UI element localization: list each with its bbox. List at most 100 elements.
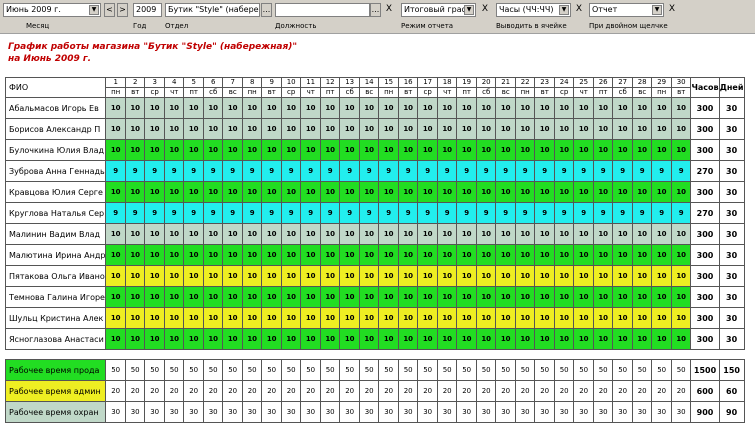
schedule-cell[interactable]: 10	[163, 265, 185, 287]
schedule-cell[interactable]: 10	[241, 265, 263, 287]
position-input[interactable]	[275, 3, 370, 17]
employee-row-name[interactable]: Круглова Наталья Сер	[4, 202, 107, 224]
schedule-cell[interactable]: 10	[105, 223, 126, 245]
schedule-cell[interactable]: 10	[573, 223, 594, 245]
schedule-cell[interactable]: 10	[495, 244, 516, 266]
schedule-cell[interactable]: 10	[105, 328, 126, 350]
schedule-cell[interactable]: 9	[163, 202, 185, 224]
schedule-cell[interactable]: 10	[514, 328, 536, 350]
schedule-cell[interactable]: 20	[495, 380, 516, 402]
schedule-cell[interactable]: 10	[319, 307, 341, 329]
schedule-cell[interactable]: 10	[631, 265, 653, 287]
hours-total[interactable]: 300	[690, 118, 720, 140]
schedule-cell[interactable]: 10	[612, 286, 633, 308]
schedule-cell[interactable]: 10	[241, 286, 263, 308]
schedule-cell[interactable]: 10	[514, 244, 536, 266]
schedule-cell[interactable]: 9	[124, 202, 146, 224]
schedule-cell[interactable]: 10	[261, 265, 282, 287]
schedule-cell[interactable]: 10	[553, 139, 575, 161]
schedule-cell[interactable]: 10	[456, 307, 477, 329]
schedule-cell[interactable]: 10	[358, 244, 380, 266]
schedule-cell[interactable]: 30	[144, 401, 165, 423]
schedule-cell[interactable]: 10	[241, 97, 263, 119]
schedule-cell[interactable]: 10	[319, 139, 341, 161]
schedule-cell[interactable]: 10	[475, 118, 497, 140]
employee-row[interactable]: Круглова Наталья Сер 9 9 9 9 9 9 9 9 9 9 9 9 9 9 9 9 9 9 9 9…	[4, 202, 745, 224]
schedule-cell[interactable]: 10	[456, 286, 477, 308]
schedule-cell[interactable]: 20	[670, 380, 692, 402]
schedule-cell[interactable]: 10	[553, 118, 575, 140]
schedule-cell[interactable]: 10	[202, 307, 224, 329]
schedule-cell[interactable]: 10	[124, 328, 146, 350]
schedule-cell[interactable]: 10	[553, 265, 575, 287]
schedule-cell[interactable]: 10	[339, 244, 360, 266]
schedule-cell[interactable]: 10	[105, 286, 126, 308]
schedule-cell[interactable]: 10	[397, 223, 419, 245]
schedule-cell[interactable]: 10	[417, 307, 438, 329]
days-total[interactable]: 30	[718, 202, 745, 224]
schedule-cell[interactable]: 10	[358, 181, 380, 203]
schedule-cell[interactable]: 20	[651, 380, 672, 402]
schedule-cell[interactable]: 10	[124, 139, 146, 161]
next-month-button[interactable]: >	[117, 3, 128, 17]
schedule-cell[interactable]: 50	[612, 359, 633, 381]
schedule-cell[interactable]: 10	[456, 118, 477, 140]
schedule-cell[interactable]: 10	[573, 118, 594, 140]
schedule-cell[interactable]: 10	[183, 265, 204, 287]
schedule-cell[interactable]: 10	[631, 97, 653, 119]
schedule-cell[interactable]: 9	[319, 202, 341, 224]
schedule-cell[interactable]: 10	[397, 181, 419, 203]
report-mode-clear-button[interactable]: X	[480, 3, 490, 17]
employee-row-name[interactable]: Зуброва Анна Геннадь	[4, 160, 107, 182]
schedule-cell[interactable]: 10	[456, 328, 477, 350]
schedule-cell[interactable]: 30	[163, 401, 185, 423]
schedule-cell[interactable]: 10	[631, 223, 653, 245]
schedule-cell[interactable]: 9	[300, 160, 321, 182]
schedule-cell[interactable]: 30	[651, 401, 672, 423]
schedule-cell[interactable]: 9	[280, 160, 302, 182]
schedule-cell[interactable]: 10	[241, 118, 263, 140]
schedule-cell[interactable]: 10	[202, 223, 224, 245]
month-select[interactable]: Июнь 2009 г. ▼	[3, 3, 101, 17]
schedule-cell[interactable]: 9	[124, 160, 146, 182]
schedule-cell[interactable]: 10	[670, 181, 692, 203]
hours-total[interactable]: 600	[690, 380, 720, 402]
schedule-cell[interactable]: 50	[358, 359, 380, 381]
schedule-cell[interactable]: 20	[319, 380, 341, 402]
schedule-cell[interactable]: 9	[339, 202, 360, 224]
schedule-cell[interactable]: 10	[573, 244, 594, 266]
schedule-cell[interactable]: 10	[280, 223, 302, 245]
schedule-cell[interactable]: 10	[319, 181, 341, 203]
schedule-cell[interactable]: 10	[319, 265, 341, 287]
schedule-cell[interactable]: 10	[358, 265, 380, 287]
schedule-cell[interactable]: 20	[300, 380, 321, 402]
schedule-cell[interactable]: 10	[397, 286, 419, 308]
schedule-cell[interactable]: 10	[397, 244, 419, 266]
hours-total[interactable]: 270	[690, 202, 720, 224]
schedule-cell[interactable]: 20	[612, 380, 633, 402]
schedule-cell[interactable]: 9	[105, 202, 126, 224]
schedule-cell[interactable]: 30	[456, 401, 477, 423]
dropdown-arrow-icon[interactable]: ▼	[652, 5, 662, 15]
schedule-cell[interactable]: 10	[475, 244, 497, 266]
schedule-cell[interactable]: 10	[144, 139, 165, 161]
schedule-cell[interactable]: 10	[144, 223, 165, 245]
schedule-cell[interactable]: 50	[202, 359, 224, 381]
schedule-cell[interactable]: 10	[670, 328, 692, 350]
employee-row[interactable]: Зуброва Анна Геннадь 9 9 9 9 9 9 9 9 9 9 9 9 9 9 9 9 9 9 9 9…	[4, 160, 745, 182]
schedule-cell[interactable]: 9	[514, 160, 536, 182]
schedule-cell[interactable]: 10	[105, 181, 126, 203]
schedule-cell[interactable]: 10	[202, 97, 224, 119]
schedule-cell[interactable]: 10	[514, 265, 536, 287]
schedule-cell[interactable]: 10	[495, 181, 516, 203]
schedule-cell[interactable]: 10	[592, 139, 614, 161]
schedule-cell[interactable]: 10	[378, 181, 399, 203]
schedule-cell[interactable]: 10	[553, 223, 575, 245]
schedule-cell[interactable]: 10	[417, 223, 438, 245]
schedule-cell[interactable]: 9	[163, 160, 185, 182]
schedule-cell[interactable]: 10	[573, 265, 594, 287]
schedule-cell[interactable]: 9	[358, 160, 380, 182]
schedule-cell[interactable]: 30	[612, 401, 633, 423]
schedule-cell[interactable]: 20	[592, 380, 614, 402]
schedule-cell[interactable]: 10	[358, 223, 380, 245]
